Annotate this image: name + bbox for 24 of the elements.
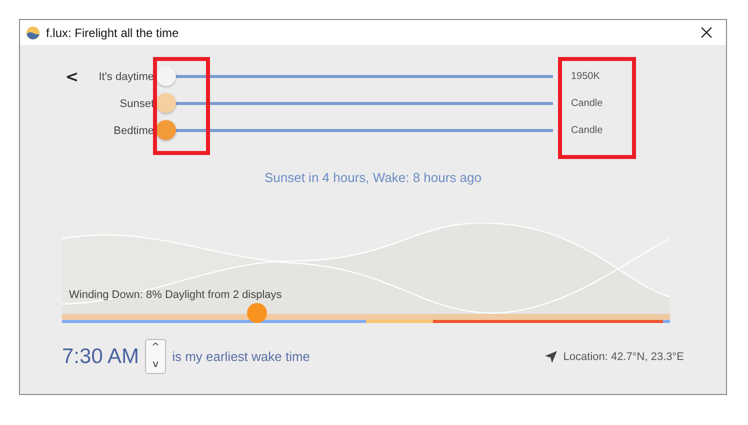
back-button[interactable]: < bbox=[62, 67, 82, 86]
slider-knob[interactable] bbox=[156, 120, 176, 140]
window-title: f.lux: Firelight all the time bbox=[46, 26, 180, 40]
location-text: Location: 42.7°N, 23.3°E bbox=[563, 350, 684, 362]
slider-track[interactable] bbox=[156, 65, 553, 88]
chart-caption: Winding Down: 8% Daylight from 2 displays bbox=[69, 289, 282, 302]
slider-label: Sunset bbox=[118, 98, 154, 110]
slider-label: Bedtime bbox=[112, 124, 154, 136]
slider-label: It's daytime bbox=[98, 70, 154, 82]
slider-knob[interactable] bbox=[156, 93, 176, 113]
down-button[interactable]: v bbox=[146, 356, 166, 373]
slider-knob[interactable] bbox=[156, 66, 176, 86]
slider-value: Candle bbox=[571, 98, 603, 109]
up-button[interactable]: ^ bbox=[146, 340, 166, 356]
location-arrow-icon bbox=[545, 350, 558, 362]
wake-text: is my earliest wake time bbox=[172, 349, 310, 364]
slider-value: 1950K bbox=[571, 71, 600, 82]
status-text: Sunset in 4 hours, Wake: 8 hours ago bbox=[264, 170, 482, 185]
app-logo-icon bbox=[26, 26, 40, 40]
slider-value: Candle bbox=[571, 125, 603, 136]
wake-time: 7:30 AM bbox=[62, 344, 140, 368]
slider-track[interactable] bbox=[156, 119, 553, 142]
close-icon bbox=[700, 27, 712, 38]
slider-track[interactable] bbox=[156, 92, 553, 115]
